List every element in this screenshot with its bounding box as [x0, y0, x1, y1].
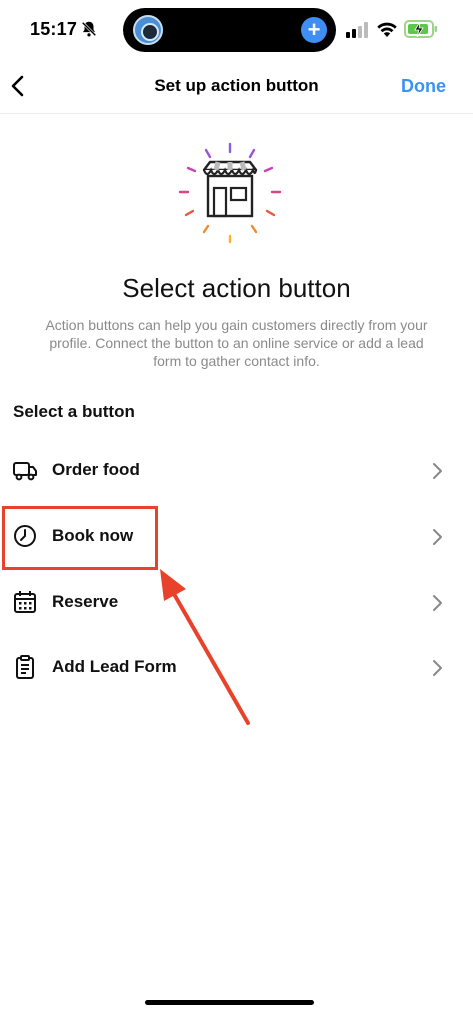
- chevron-right-icon: [433, 463, 442, 479]
- plus-icon[interactable]: +: [301, 17, 327, 43]
- select-button-label: Select a button: [13, 402, 135, 421]
- highlight-box: [2, 506, 158, 570]
- done-button[interactable]: Done: [401, 76, 446, 97]
- annotation-arrow-icon: [160, 569, 250, 725]
- chevron-right-icon: [433, 660, 442, 676]
- profile-avatar-icon: [133, 15, 163, 45]
- nav-bar: Set up action button Done: [0, 62, 473, 112]
- clipboard-icon: [16, 655, 34, 679]
- section-heading: Select action button: [122, 273, 351, 303]
- description-text: Action buttons can help you gain custome…: [45, 317, 428, 369]
- wifi-icon: [377, 22, 397, 37]
- option-label: Order food: [52, 460, 140, 479]
- chevron-right-icon: [433, 529, 442, 545]
- option-order-food[interactable]: Order food: [0, 441, 473, 501]
- home-indicator[interactable]: [145, 1000, 314, 1005]
- chevron-right-icon: [433, 595, 442, 611]
- screen: 15:17 + Set up action button Done Select…: [0, 0, 473, 1024]
- calendar-icon: [14, 591, 36, 613]
- dynamic-island[interactable]: +: [123, 8, 336, 52]
- status-time: 15:17: [30, 19, 78, 39]
- battery-charging-icon: [404, 20, 437, 38]
- status-bar: 15:17 +: [0, 0, 473, 60]
- signal-icon: [346, 22, 368, 38]
- option-label: Reserve: [52, 592, 119, 611]
- storefront-icon: [178, 142, 282, 244]
- bell-off-icon: [81, 21, 97, 37]
- nav-divider: [0, 113, 473, 114]
- delivery-truck-icon: [13, 462, 37, 481]
